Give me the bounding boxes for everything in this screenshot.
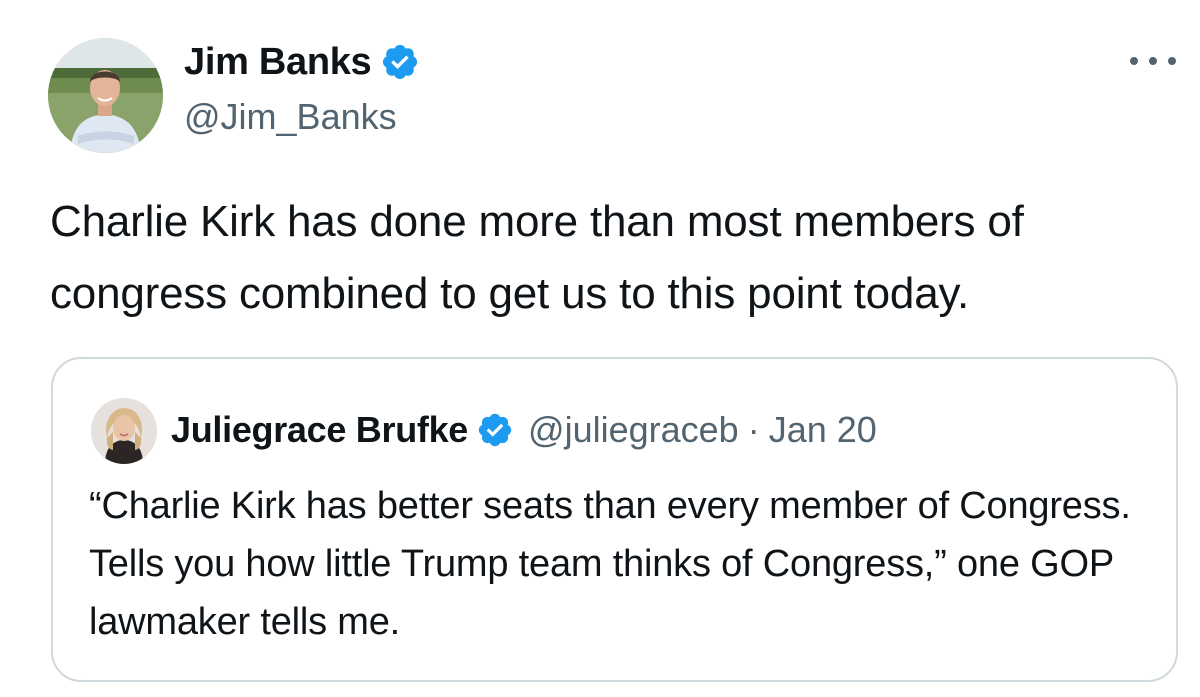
- author-name-row: Jim Banks: [184, 38, 420, 86]
- quoted-author-avatar-photo: [91, 398, 157, 464]
- tweet-text: Charlie Kirk has done more than most mem…: [50, 197, 1024, 318]
- more-horizontal-icon-dot: [1149, 57, 1157, 65]
- quoted-author-avatar[interactable]: [91, 398, 157, 464]
- author-handle[interactable]: @Jim_Banks: [184, 96, 397, 138]
- quoted-tweet-date[interactable]: Jan 20: [769, 409, 877, 451]
- author-avatar[interactable]: [48, 38, 163, 153]
- more-horizontal-icon: [1130, 57, 1138, 65]
- more-options-button[interactable]: [1128, 44, 1178, 78]
- quoted-tweet-header: Juliegrace Brufke @juliegraceb · Jan 20: [171, 407, 877, 453]
- quoted-tweet-text: “Charlie Kirk has better seats than ever…: [89, 485, 1131, 643]
- verified-badge-icon[interactable]: [476, 411, 514, 449]
- author-name[interactable]: Jim Banks: [184, 41, 372, 84]
- tweet: Jim Banks @Jim_Banks Charlie Kirk has do…: [0, 0, 1200, 697]
- quoted-author-handle[interactable]: @juliegraceb: [528, 409, 739, 451]
- quoted-author-name[interactable]: Juliegrace Brufke: [171, 409, 468, 451]
- quoted-meta-separator: ·: [747, 409, 760, 450]
- verified-badge-icon[interactable]: [380, 42, 420, 82]
- quoted-tweet-card[interactable]: Juliegrace Brufke @juliegraceb · Jan 20 …: [51, 357, 1178, 682]
- more-horizontal-icon-dot: [1168, 57, 1176, 65]
- author-avatar-photo: [48, 38, 163, 153]
